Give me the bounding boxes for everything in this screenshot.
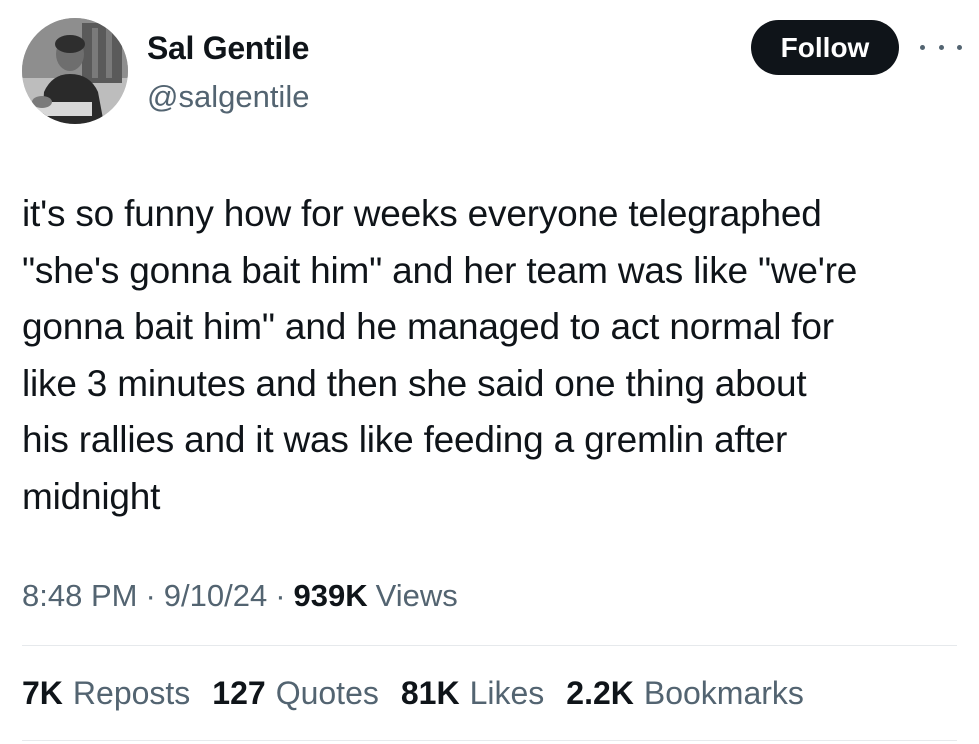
tweet-text: it's so funny how for weeks everyone tel…: [22, 193, 858, 517]
views-label: Views: [375, 578, 458, 613]
meta-separator: ·: [145, 578, 156, 613]
more-horizontal-icon[interactable]: [920, 37, 962, 57]
divider: [22, 645, 957, 646]
stat-label: Reposts: [72, 675, 191, 711]
tweet-meta: 8:48 PM · 9/10/24 · 939K Views: [22, 578, 458, 614]
stat-label: Quotes: [275, 675, 379, 711]
stat-reposts[interactable]: 7K Reposts: [22, 675, 190, 712]
more-dot: [938, 44, 944, 50]
more-dot: [957, 44, 962, 50]
views-count: 939K: [293, 578, 368, 613]
stat-count: 2.2K: [566, 675, 634, 711]
stat-quotes[interactable]: 127 Quotes: [212, 675, 379, 712]
author-handle[interactable]: @salgentile: [147, 79, 309, 115]
meta-separator: ·: [275, 578, 286, 613]
tweet-card: Sal Gentile @salgentile Follow it's so f…: [0, 0, 979, 744]
tweet-time[interactable]: 8:48 PM: [22, 578, 137, 614]
stat-count: 7K: [22, 675, 63, 711]
stat-label: Bookmarks: [643, 675, 804, 711]
avatar[interactable]: [22, 18, 128, 124]
stat-likes[interactable]: 81K Likes: [401, 675, 544, 712]
engagement-stats: 7K Reposts 127 Quotes 81K Likes 2.2K Boo…: [22, 675, 826, 712]
stat-count: 127: [212, 675, 266, 711]
stat-label: Likes: [469, 675, 545, 711]
stat-bookmarks[interactable]: 2.2K Bookmarks: [566, 675, 804, 712]
divider: [22, 740, 957, 741]
follow-button[interactable]: Follow: [751, 20, 899, 75]
tweet-date[interactable]: 9/10/24: [164, 578, 267, 614]
stat-count: 81K: [400, 675, 460, 711]
more-dot: [920, 44, 925, 50]
author-name[interactable]: Sal Gentile: [147, 30, 309, 67]
avatar-photo: [22, 18, 128, 124]
